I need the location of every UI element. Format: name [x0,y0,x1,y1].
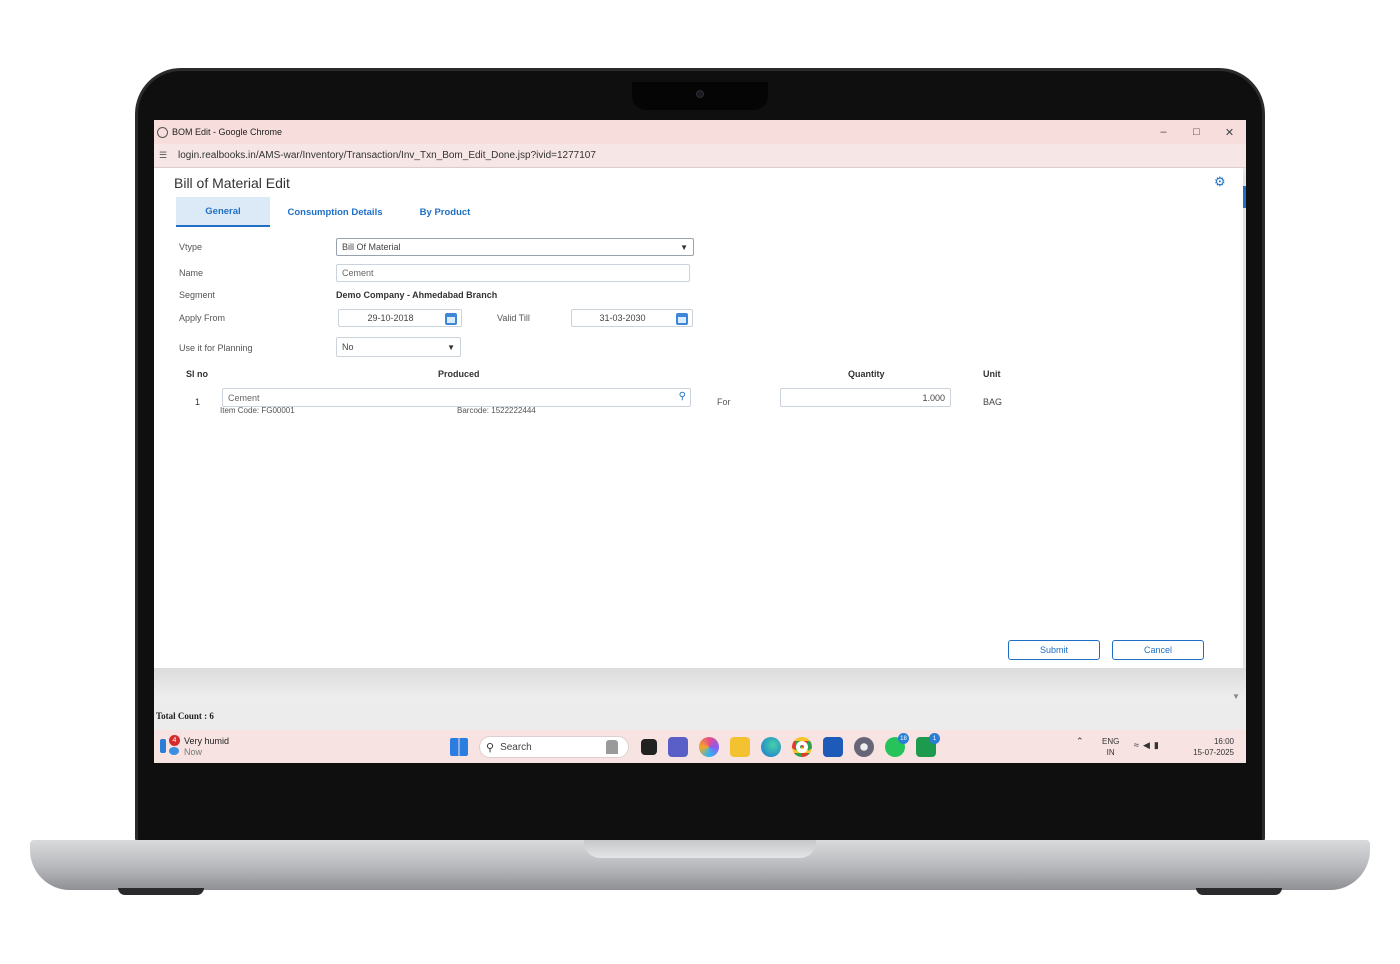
copilot-icon[interactable] [699,737,719,757]
address-bar[interactable]: ☰ login.realbooks.in/AMS-war/Inventory/T… [154,144,1246,168]
file-explorer-icon[interactable] [730,737,750,757]
screen: BOM Edit - Google Chrome – □ ✕ ☰ login.r… [154,120,1246,763]
col-header-sl-no: Sl no [186,369,208,379]
page-title: Bill of Material Edit [174,175,290,191]
search-icon[interactable]: ⚲ [679,391,686,402]
total-count: Total Count : 6 [156,711,214,721]
taskbar-apps: ⚲ Search 18 1 [450,733,947,758]
submit-button[interactable]: Submit [1008,640,1100,660]
vtype-value: Bill Of Material [342,242,401,252]
favicon-icon [157,126,168,138]
taskbar-search[interactable]: ⚲ Search [479,736,629,758]
planning-select[interactable]: No ▼ [336,337,461,357]
clock-time: 16:00 [1213,737,1234,746]
bom-edit-page: Bill of Material Edit ⚙ General Consumpt… [154,168,1243,668]
gear-icon[interactable]: ⚙ [1214,174,1226,190]
weather-text[interactable]: Very humid Now [184,736,229,758]
produced-item-input[interactable]: Cement ⚲ [222,388,691,407]
maximize-icon[interactable]: □ [1180,120,1213,144]
cancel-button[interactable]: Cancel [1112,640,1204,660]
scroll-down-icon[interactable]: ▼ [1232,692,1240,701]
item-code: Item Code: FG00001 [220,406,295,415]
site-settings-icon[interactable]: ☰ [159,150,173,161]
close-icon[interactable]: ✕ [1213,120,1246,144]
tab-by-product[interactable]: By Product [400,197,490,227]
volume-icon: ◀ [1142,740,1154,750]
language-indicator[interactable]: ENG IN [1102,736,1119,758]
valid-till-input[interactable]: 31-03-2030 [571,309,693,327]
whatsapp-icon[interactable]: 18 [885,733,909,757]
planning-label: Use it for Planning [179,343,253,353]
taskbar-search-label: Search [500,741,532,753]
camera-icon [696,90,704,98]
name-label: Name [179,268,204,278]
name-input[interactable]: Cement [336,264,690,282]
search-icon: ⚲ [486,741,495,754]
laptop-mockup: BOM Edit - Google Chrome – □ ✕ ☰ login.r… [0,0,1400,964]
for-label: For [717,397,731,407]
row-sl-no: 1 [195,397,201,407]
weather-badge: 4 [169,735,180,746]
tab-bar: General Consumption Details By Product [176,197,490,227]
col-header-quantity: Quantity [848,369,885,379]
unit-value: BAG [983,397,1003,407]
background-grid [154,668,1246,700]
chevron-down-icon: ▼ [447,342,455,352]
col-header-produced: Produced [438,369,480,379]
battery-icon: ▮ [1153,740,1163,750]
wifi-icon: ≈ [1134,740,1143,750]
valid-till-value: 31-03-2030 [599,313,646,323]
task-view-icon[interactable] [641,739,657,755]
calendar-icon[interactable] [445,313,457,325]
weather-condition: Very humid [184,736,230,746]
chevron-up-icon[interactable]: ⌃ [1076,736,1084,747]
browser-titlebar: BOM Edit - Google Chrome – □ ✕ [154,120,1246,144]
vtype-label: Vtype [179,242,203,252]
edge-icon[interactable] [761,737,781,757]
taskbar: 4 Very humid Now ⚲ Search 18 1 ⌃ ENG IN … [154,730,1246,763]
windows-start-icon[interactable] [450,738,468,756]
produced-item-value: Cement [228,392,260,403]
col-header-unit: Unit [983,369,1001,379]
weather-widget-icon[interactable]: 4 [160,735,180,755]
minimize-icon[interactable]: – [1147,120,1180,144]
tab-general[interactable]: General [176,197,270,227]
window-title: BOM Edit - Google Chrome [172,127,283,137]
apply-from-label: Apply From [179,313,226,323]
quantity-value: 1.000 [922,392,945,403]
laptop-foot-left [118,888,204,895]
base-notch [584,840,816,858]
valid-till-label: Valid Till [497,313,530,323]
segment-value: Demo Company - Ahmedabad Branch [336,290,498,300]
whatsapp-badge: 18 [898,733,909,744]
quantity-input[interactable]: 1.000 [780,388,951,407]
laptop-foot-right [1196,888,1282,895]
excel-icon[interactable]: 1 [916,733,940,757]
chrome-icon[interactable] [792,737,812,757]
clock[interactable]: 16:00 15-07-2025 [1190,736,1234,758]
name-value: Cement [342,268,374,278]
settings-icon[interactable] [854,737,874,757]
chevron-down-icon: ▼ [680,242,688,252]
vtype-select[interactable]: Bill Of Material ▼ [336,238,694,256]
apply-from-value: 29-10-2018 [367,313,414,323]
clock-date: 15-07-2025 [1193,748,1234,757]
system-tray-icons[interactable]: ≈◀▮ [1134,740,1163,751]
url-text[interactable]: login.realbooks.in/AMS-war/Inventory/Tra… [178,150,596,161]
window-controls: – □ ✕ [1147,120,1246,144]
barcode: Barcode: 1522222444 [457,406,536,415]
tab-consumption-details[interactable]: Consumption Details [270,197,400,227]
planning-value: No [342,342,354,352]
app-badge: 1 [929,733,940,744]
store-icon[interactable] [823,737,843,757]
apply-from-input[interactable]: 29-10-2018 [338,309,462,327]
weather-time: Now [184,747,203,757]
segment-label: Segment [179,290,216,300]
teams-icon[interactable] [668,737,688,757]
calendar-icon[interactable] [676,313,688,325]
scrollbar-thumb[interactable] [1243,186,1246,208]
